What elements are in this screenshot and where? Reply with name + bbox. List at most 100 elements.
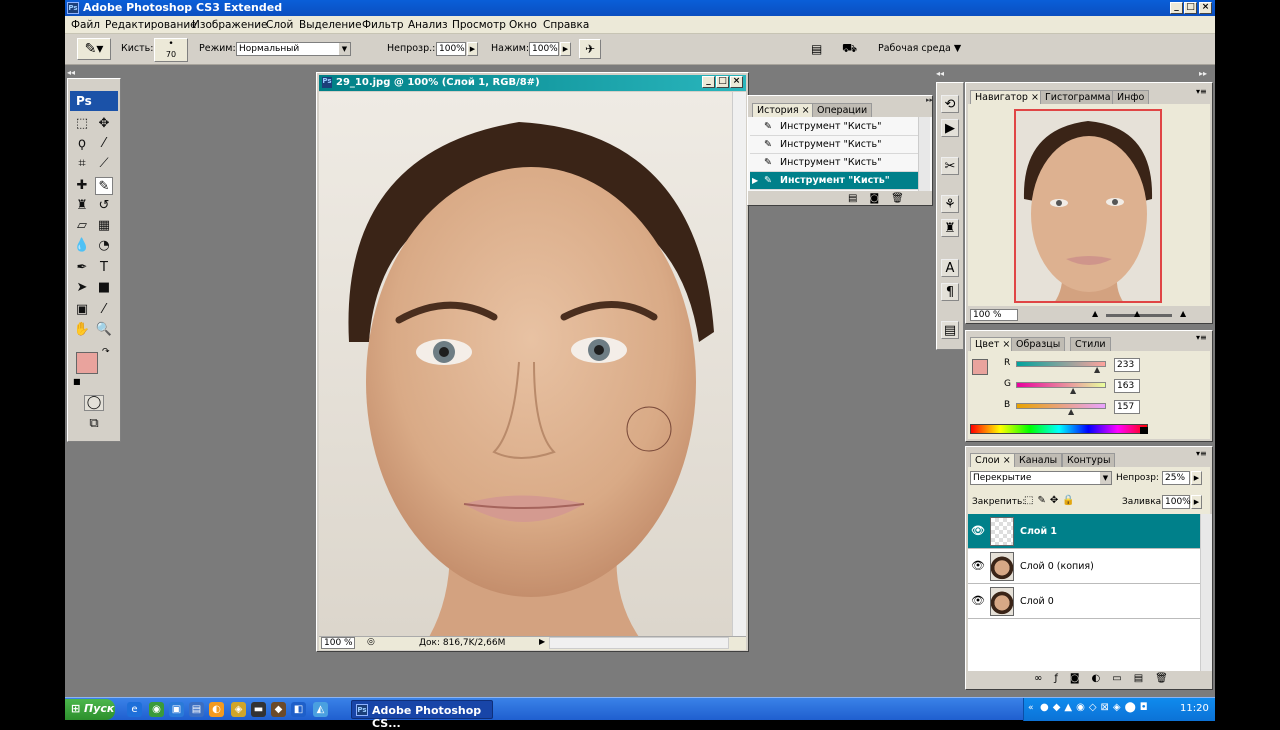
mode-select[interactable]: Нормальный ▼ xyxy=(236,42,351,56)
history-item-selected[interactable]: ▶ Инструмент "Кисть" ✎ xyxy=(750,172,926,190)
tray-icons[interactable]: ●◆▲◉◇⊠◈⬤◘ xyxy=(1040,702,1152,713)
tab-styles[interactable]: Стили xyxy=(1070,337,1111,351)
dock-collapse-icon[interactable]: ◂◂ xyxy=(936,69,944,78)
flow-arrow-icon[interactable]: ▶ xyxy=(560,42,571,56)
quick-mask-icon[interactable]: ◯ xyxy=(84,395,104,411)
tray-expand-icon[interactable]: « xyxy=(1028,703,1034,713)
blend-mode-select[interactable]: Перекрытие ▼ xyxy=(970,471,1112,485)
palette-well-icon[interactable]: ▤ xyxy=(811,42,825,56)
blur-tool-icon[interactable]: 💧 xyxy=(73,237,91,255)
quicklaunch-firefox-icon[interactable]: ◐ xyxy=(209,702,224,717)
layer-row[interactable]: 👁 Слой 0 xyxy=(968,584,1200,619)
menu-analysis[interactable]: Анализ xyxy=(408,19,448,31)
doc-close-button[interactable]: × xyxy=(730,76,743,88)
panel-menu-icon[interactable]: ▾≡ xyxy=(1196,449,1207,458)
menu-file[interactable]: Файл xyxy=(71,19,100,31)
menu-layer[interactable]: Слой xyxy=(266,19,293,31)
history-brush-tool-icon[interactable]: ↺ xyxy=(95,197,113,215)
right-dock-expand-icon[interactable]: ▸▸ xyxy=(1199,69,1207,78)
bridge-icon[interactable]: ⛟ xyxy=(842,41,862,57)
tool-presets-icon[interactable]: ✂ xyxy=(941,157,959,175)
history-item[interactable]: Инструмент "Кисть" ✎ xyxy=(750,154,926,172)
lock-icons[interactable]: ⬚✎✥🔒 xyxy=(1024,495,1079,506)
maximize-button[interactable]: □ xyxy=(1184,2,1197,14)
magic-wand-tool-icon[interactable]: ⁄ xyxy=(95,135,113,153)
layer-comps-icon[interactable]: ▤ xyxy=(941,321,959,339)
screen-mode-icon[interactable]: ⧉ xyxy=(84,417,104,433)
tab-info[interactable]: Инфо xyxy=(1112,90,1150,104)
channel-b-slider[interactable] xyxy=(1016,403,1106,409)
fill-input[interactable]: 100% xyxy=(1162,495,1191,509)
eye-icon[interactable]: 👁 xyxy=(971,559,985,573)
quicklaunch-icon[interactable]: ◭ xyxy=(313,702,328,717)
quicklaunch-icon[interactable]: ◧ xyxy=(291,702,306,717)
marquee-tool-icon[interactable]: ⬚ xyxy=(73,115,91,133)
channel-b-thumb-icon[interactable]: ▲ xyxy=(1068,407,1074,416)
history-panel-icon[interactable]: ⟲ xyxy=(941,95,959,113)
toolbox-collapse-icon[interactable]: ◂◂ xyxy=(67,68,121,77)
quicklaunch-icon[interactable]: ◈ xyxy=(231,702,246,717)
menu-help[interactable]: Справка xyxy=(543,19,589,31)
zoom-field[interactable]: 100 % xyxy=(321,637,355,649)
brush-tool-icon[interactable]: ✎ xyxy=(95,177,113,195)
zoom-slider-thumb-icon[interactable]: ▲ xyxy=(1134,309,1140,318)
quicklaunch-icon[interactable]: ▣ xyxy=(169,702,184,717)
healing-brush-tool-icon[interactable]: ✚ xyxy=(73,177,91,195)
spectrum-black-swatch[interactable] xyxy=(1140,427,1148,434)
hand-tool-icon[interactable]: ✋ xyxy=(73,321,91,339)
zoom-tool-icon[interactable]: 🔍 xyxy=(95,321,113,339)
tab-history[interactable]: История × xyxy=(752,103,815,117)
opacity-input[interactable]: 100% xyxy=(436,42,466,56)
menu-window[interactable]: Окно xyxy=(509,19,537,31)
color-spectrum-bar[interactable] xyxy=(970,424,1148,434)
workspace-menu[interactable]: Рабочая среда ▼ xyxy=(878,43,961,54)
navigator-thumbnail[interactable] xyxy=(1014,109,1162,303)
airbrush-toggle-icon[interactable]: ✈ xyxy=(579,39,601,59)
brushes-panel-icon[interactable]: ⚘ xyxy=(941,195,959,213)
close-button[interactable]: × xyxy=(1199,2,1212,14)
quicklaunch-ie-icon[interactable]: e xyxy=(127,702,142,717)
panel-menu-icon[interactable]: ▾≡ xyxy=(1196,87,1207,96)
status-menu-icon[interactable]: ◎ xyxy=(367,637,375,647)
pen-tool-icon[interactable]: ✒ xyxy=(73,259,91,277)
clone-source-icon[interactable]: ♜ xyxy=(941,219,959,237)
doc-minimize-button[interactable]: _ xyxy=(702,76,715,88)
eye-icon[interactable]: 👁 xyxy=(971,524,985,538)
layer-row-selected[interactable]: 👁 Слой 1 xyxy=(968,514,1200,549)
panel-collapse-icon[interactable]: ▸▸ xyxy=(926,96,933,104)
tab-layers[interactable]: Слои × xyxy=(970,453,1016,467)
default-colors-icon[interactable]: ■ xyxy=(73,377,81,386)
document-horizontal-scrollbar[interactable] xyxy=(549,637,729,649)
quicklaunch-icon[interactable]: ▬ xyxy=(251,702,266,717)
minimize-button[interactable]: _ xyxy=(1170,2,1183,14)
history-footer-icons[interactable]: ▤◙🗑 xyxy=(848,193,916,204)
quicklaunch-icon[interactable]: ◆ xyxy=(271,702,286,717)
layer-opacity-arrow-icon[interactable]: ▶ xyxy=(1191,471,1202,485)
tab-histogram[interactable]: Гистограмма xyxy=(1040,90,1116,104)
notes-tool-icon[interactable]: ▣ xyxy=(73,301,91,319)
navigator-zoom-field[interactable]: 100 % xyxy=(970,309,1018,321)
opacity-arrow-icon[interactable]: ▶ xyxy=(467,42,478,56)
doc-maximize-button[interactable]: □ xyxy=(716,76,729,88)
image-canvas[interactable] xyxy=(319,92,732,637)
layers-scrollbar[interactable] xyxy=(1200,514,1212,671)
channel-g-slider[interactable] xyxy=(1016,382,1106,388)
layer-row[interactable]: 👁 Слой 0 (копия) xyxy=(968,549,1200,584)
eraser-tool-icon[interactable]: ▱ xyxy=(73,217,91,235)
type-tool-icon[interactable]: T xyxy=(95,259,113,277)
zoom-in-icon[interactable]: ▲ xyxy=(1180,309,1186,318)
history-scrollbar[interactable] xyxy=(918,117,930,191)
panel-menu-icon[interactable]: ▾≡ xyxy=(1196,333,1207,342)
tool-preset-picker[interactable]: ✎▾ xyxy=(77,38,111,60)
dodge-tool-icon[interactable]: ◔ xyxy=(95,237,113,255)
tab-actions[interactable]: Операции xyxy=(812,103,873,117)
history-item[interactable]: Инструмент "Кисть" ✎ xyxy=(750,136,926,154)
paragraph-panel-icon[interactable]: ¶ xyxy=(941,283,959,301)
layers-footer-icons[interactable]: ∞ƒ◙◐▭▤🗑 xyxy=(1034,673,1180,684)
zoom-out-icon[interactable]: ▲ xyxy=(1092,309,1098,318)
fill-arrow-icon[interactable]: ▶ xyxy=(1191,495,1202,509)
menu-edit[interactable]: Редактирование xyxy=(105,19,197,31)
channel-g-thumb-icon[interactable]: ▲ xyxy=(1070,386,1076,395)
quicklaunch-chrome-icon[interactable]: ◉ xyxy=(149,702,164,717)
tab-paths[interactable]: Контуры xyxy=(1062,453,1116,467)
